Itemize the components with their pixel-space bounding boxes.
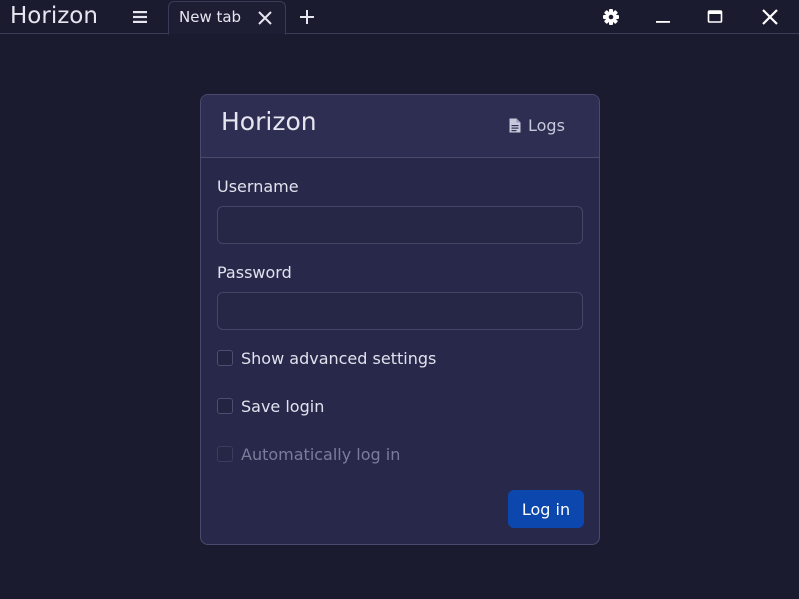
checkbox-box [217,446,233,462]
logs-button[interactable]: Logs [501,111,573,139]
checkbox-label: Save login [241,396,325,416]
login-card: Horizon Logs Username Password Show adva… [200,94,600,545]
plus-icon[interactable] [297,7,317,27]
checkbox-box[interactable] [217,350,233,366]
save-login-checkbox[interactable]: Save login [217,396,324,416]
tab-new-tab[interactable]: New tab [168,1,286,35]
close-icon[interactable] [759,6,781,28]
tab-label: New tab [179,8,242,26]
auto-login-checkbox: Automatically log in [217,444,400,464]
username-label: Username [217,177,299,196]
close-icon[interactable] [257,10,273,26]
minimize-icon[interactable] [652,6,674,28]
app-title: Horizon [10,3,98,29]
menu-button[interactable] [128,5,152,29]
username-input[interactable] [217,206,583,244]
checkbox-box[interactable] [217,398,233,414]
title-bar: Horizon New tab [0,0,799,35]
hamburger-menu-icon [133,11,147,23]
card-header: Horizon Logs [201,95,599,158]
checkbox-label: Automatically log in [241,444,401,464]
maximize-icon[interactable] [704,6,726,28]
show-advanced-settings-checkbox[interactable]: Show advanced settings [217,348,436,368]
card-title: Horizon [221,107,317,136]
password-input[interactable] [217,292,583,330]
password-label: Password [217,263,292,282]
logs-label: Logs [528,115,565,135]
document-icon [509,118,521,132]
gear-icon[interactable] [600,6,622,28]
login-button[interactable]: Log in [508,490,584,528]
checkbox-label: Show advanced settings [241,348,437,368]
